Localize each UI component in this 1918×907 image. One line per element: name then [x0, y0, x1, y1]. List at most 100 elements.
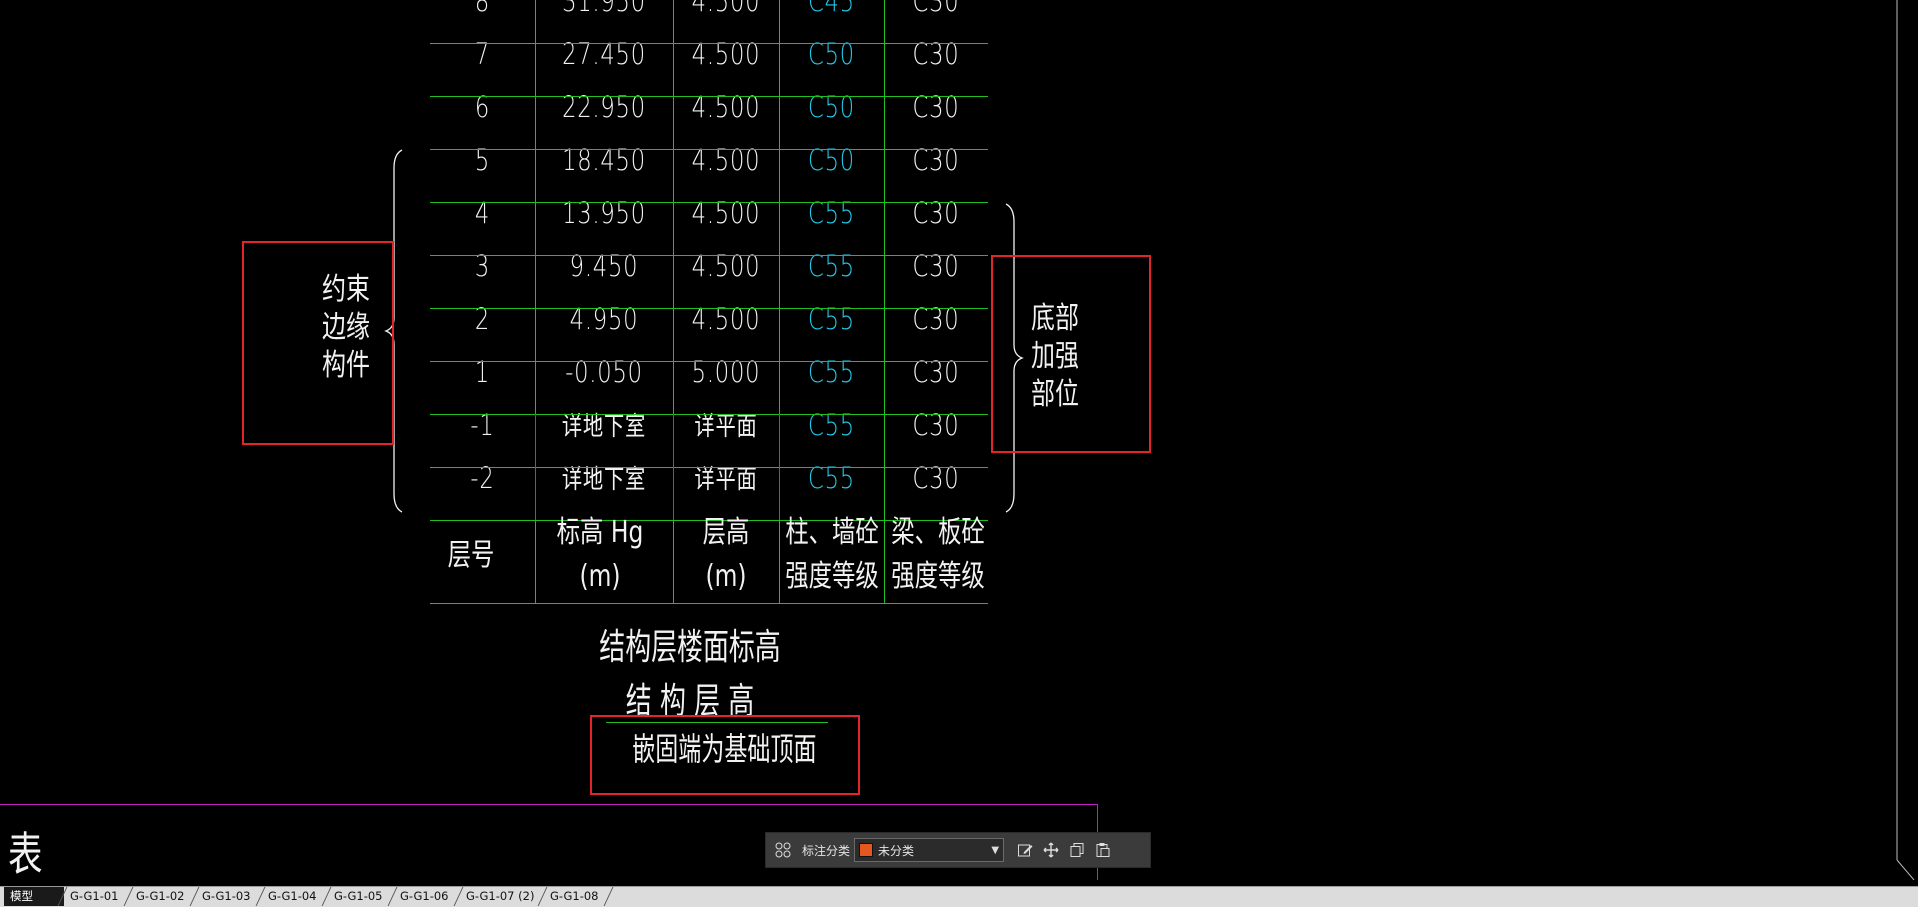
- cell-beam-grade: C30: [912, 89, 960, 124]
- cell-col-grade: C55: [808, 248, 855, 283]
- table-grid-line: [430, 361, 988, 362]
- cell-elevation: 详地下室: [561, 412, 647, 442]
- table-grid-line: [430, 96, 988, 97]
- cell-elevation: 18.450: [562, 142, 646, 177]
- layout-tab-bar: 模型 G-G1-01 G-G1-02 G-G1-03 G-G1-04 G-G1-05 G-G…: [0, 886, 1918, 907]
- cell-beam-grade: C30: [912, 195, 960, 230]
- category-color-swatch: [859, 843, 874, 857]
- cell-beam-grade: C30: [912, 248, 960, 283]
- left-label: 约束 边缘 构件: [322, 271, 370, 385]
- header-height-2: (m): [705, 559, 747, 594]
- cell-elevation: 4.950: [569, 301, 639, 336]
- tab-layout[interactable]: G-G1-02: [130, 887, 196, 906]
- cell-floor: 6: [474, 89, 491, 124]
- embedding-note-underline: [606, 722, 828, 723]
- cell-height: 详平面: [694, 412, 758, 442]
- note-floor-elevation: 结构层楼面标高: [599, 627, 781, 668]
- table-grid-line: [884, 414, 885, 520]
- grid-icon[interactable]: [770, 837, 796, 863]
- cell-height: 5.000: [691, 354, 761, 389]
- cad-canvas[interactable]: 8 31.950 4.500 C45 C30 7 27.450 4.500 C50 C30 6 22.…: [0, 0, 1918, 881]
- annotation-category-label: 标注分类: [802, 843, 851, 858]
- table-grid-line: [884, 0, 885, 414]
- edit-icon[interactable]: [1012, 837, 1038, 863]
- cell-elevation: 详地下室: [561, 465, 647, 495]
- sheet-frame-top: [0, 804, 1098, 805]
- tab-layout[interactable]: G-G1-08: [544, 887, 610, 906]
- left-label-line-1: 约束: [322, 272, 370, 307]
- cell-beam-grade: C30: [912, 0, 960, 18]
- table-grid-line: [884, 520, 885, 603]
- cell-elevation: 31.950: [562, 0, 646, 18]
- tab-layout[interactable]: G-G1-07 (2): [460, 887, 544, 906]
- cell-floor: 7: [474, 36, 491, 71]
- cell-elevation: 13.950: [562, 195, 646, 230]
- paste-icon[interactable]: [1090, 837, 1116, 863]
- table-grid-line: [430, 308, 988, 309]
- header-elevation-2: (m): [579, 559, 621, 594]
- table-grid-line: [779, 414, 780, 520]
- header-col-grade-1: 柱、墙砼: [785, 515, 879, 550]
- cell-beam-grade: C30: [912, 407, 960, 442]
- chevron-down-icon: ▼: [991, 844, 1000, 856]
- cell-beam-grade: C30: [912, 142, 960, 177]
- cell-elevation: -0.050: [565, 354, 643, 389]
- header-beam-grade-1: 梁、板砼: [891, 515, 985, 550]
- drawing-edge-line: [1896, 0, 1915, 880]
- cell-col-grade: C50: [808, 142, 855, 177]
- cell-height: 4.500: [691, 89, 761, 124]
- header-col-grade-2: 强度等级: [785, 559, 879, 594]
- table-grid-line: [430, 255, 988, 256]
- table-grid-line: [430, 467, 988, 468]
- cell-floor: 2: [474, 301, 491, 336]
- table-grid-line: [430, 414, 988, 415]
- header-elevation-1: 标高 Hg: [556, 515, 644, 550]
- right-label-line-3: 部位: [1031, 377, 1079, 412]
- right-label-line-1: 底部: [1031, 301, 1079, 336]
- cell-elevation: 9.450: [569, 248, 639, 283]
- cell-floor: 8: [474, 0, 491, 18]
- cell-col-grade: C55: [808, 407, 855, 442]
- tab-layout[interactable]: G-G1-04: [262, 887, 328, 906]
- cell-height: 4.500: [691, 36, 761, 71]
- left-label-line-2: 边缘: [322, 310, 370, 345]
- copy-icon[interactable]: [1064, 837, 1090, 863]
- tab-layout[interactable]: G-G1-01: [64, 887, 130, 906]
- cell-col-grade: C55: [808, 195, 855, 230]
- tab-layout[interactable]: G-G1-06: [394, 887, 460, 906]
- table-grid-line: [430, 603, 988, 604]
- table-grid-line: [430, 149, 988, 150]
- cell-height: 4.500: [691, 301, 761, 336]
- table-grid-line: [673, 0, 674, 414]
- move-icon[interactable]: [1038, 837, 1064, 863]
- tab-model[interactable]: 模型: [4, 887, 64, 906]
- cell-floor: -2: [470, 460, 495, 495]
- table-grid-line: [535, 520, 536, 603]
- cell-col-grade: C50: [808, 89, 855, 124]
- table-grid-line: [673, 520, 674, 603]
- cell-col-grade: C50: [808, 36, 855, 71]
- table-grid-line: [535, 0, 536, 414]
- table-title-glyph: 表: [8, 827, 43, 881]
- cell-col-grade: C55: [808, 301, 855, 336]
- cell-floor: 4: [474, 195, 491, 230]
- cell-floor: -1: [470, 407, 495, 442]
- header-floor: 层号: [447, 538, 495, 573]
- cell-beam-grade: C30: [912, 354, 960, 389]
- cell-floor: 3: [474, 248, 491, 283]
- cell-height: 详平面: [694, 465, 758, 495]
- cell-height: 4.500: [691, 0, 761, 18]
- tab-layout[interactable]: G-G1-03: [196, 887, 262, 906]
- right-label: 底部 加强 部位: [1031, 300, 1079, 414]
- tab-layout[interactable]: G-G1-05: [328, 887, 394, 906]
- cell-col-grade: C45: [808, 0, 855, 18]
- constraint-member-box: [242, 241, 394, 445]
- header-height-1: 层高: [702, 515, 750, 550]
- cell-elevation: 27.450: [562, 36, 646, 71]
- cell-height: 4.500: [691, 248, 761, 283]
- cell-height: 4.500: [691, 195, 761, 230]
- annotation-category-select[interactable]: 未分类 ▼: [854, 838, 1005, 862]
- table-grid-line: [535, 414, 536, 520]
- cell-floor: 1: [474, 354, 491, 389]
- left-label-line-3: 构件: [322, 348, 370, 383]
